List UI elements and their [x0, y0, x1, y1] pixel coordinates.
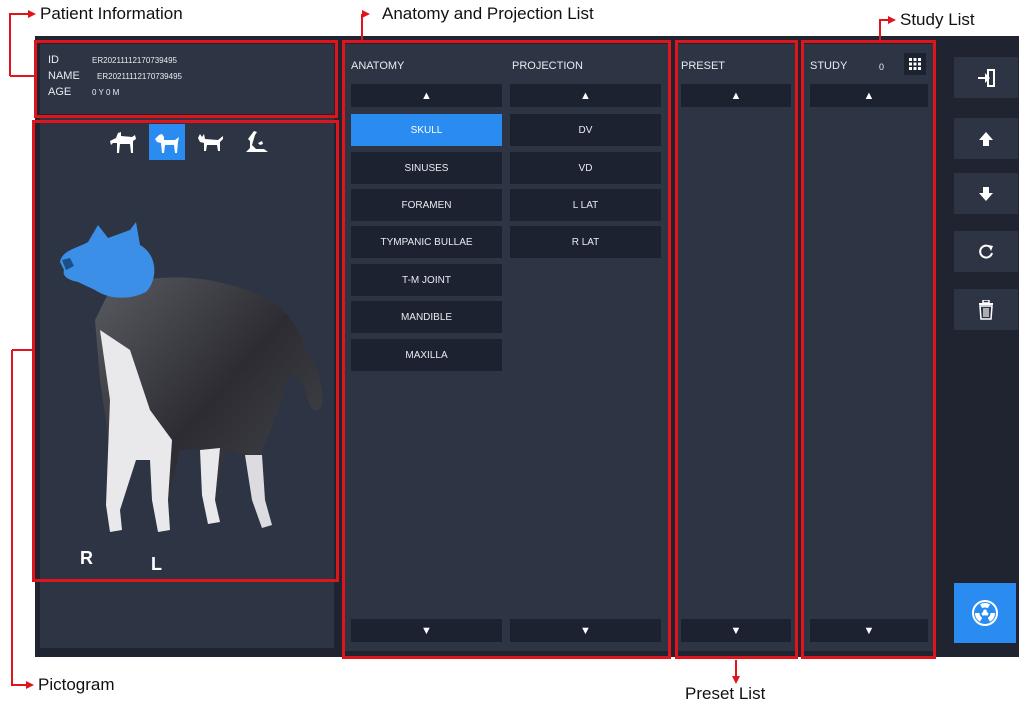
annotation-patient-information: Patient Information	[40, 4, 183, 23]
annotation-pictogram: Pictogram	[38, 675, 115, 694]
annotation-preset-list: Preset List	[685, 684, 766, 703]
annotation-anatomy-projection-list: Anatomy and Projection List	[382, 4, 594, 23]
annotation-study-list: Study List	[900, 10, 975, 29]
annotation-connectors	[9, 10, 896, 689]
